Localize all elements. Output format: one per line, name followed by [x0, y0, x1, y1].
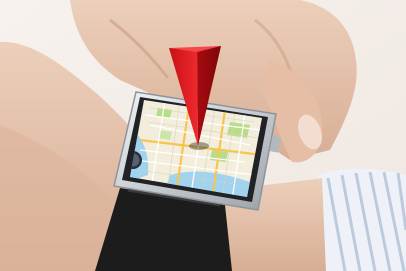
photo-scene: [0, 0, 406, 271]
